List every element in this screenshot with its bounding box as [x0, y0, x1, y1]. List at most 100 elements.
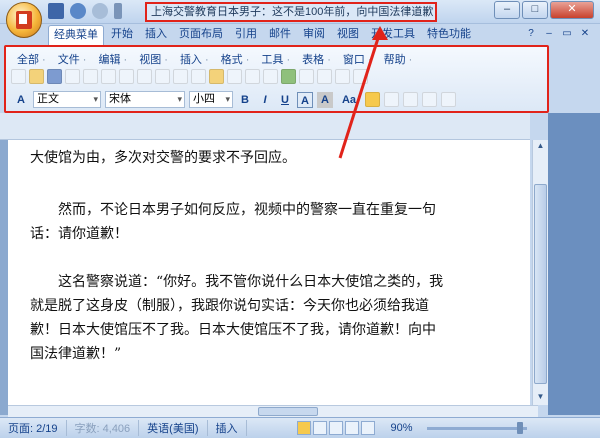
undo-icon[interactable] [70, 3, 86, 19]
menu-file[interactable]: 文件 [52, 51, 93, 67]
style-select[interactable]: 正文 [33, 91, 101, 108]
research-icon[interactable] [137, 69, 152, 84]
menu-table[interactable]: 表格 [296, 51, 337, 67]
menu-view[interactable]: 视图 [133, 51, 174, 67]
horizontal-scrollbar[interactable] [8, 405, 538, 417]
tab-references[interactable]: 引用 [230, 25, 262, 45]
ribbon-close-icon[interactable]: ✕ [578, 27, 592, 41]
tab-developer[interactable]: 开发工具 [366, 25, 420, 45]
line-spacing-icon[interactable] [441, 92, 456, 107]
menu-format[interactable]: 格式 [215, 51, 256, 67]
scroll-thumb[interactable] [534, 184, 547, 384]
styles-icon[interactable]: A [13, 92, 29, 108]
ribbon-help-controls: ? – ▭ ✕ [524, 27, 592, 41]
zoom-level[interactable]: 90% [383, 422, 421, 434]
menu-help[interactable]: 帮助 [378, 51, 419, 67]
zoom-slider[interactable] [426, 421, 527, 434]
new-doc-icon[interactable] [11, 69, 26, 84]
document-page[interactable]: 大使馆为由，多次对交警的要求不予回应。 然而，不论日本男子如何反应，视频中的警察… [8, 140, 530, 405]
undo-icon[interactable] [245, 69, 260, 84]
print-preview-icon[interactable] [119, 69, 134, 84]
insert-table-icon[interactable] [317, 69, 332, 84]
word-window: 上海交警教育日本男子：这不是100年前，向中国法律道歉！_ – □ ✕ 经典菜单… [0, 0, 600, 438]
help-icon[interactable]: ? [524, 27, 538, 41]
ribbon-tabs: 经典菜单 开始 插入 页面布局 引用 邮件 审阅 视图 开发工具 特色功能 [48, 25, 476, 45]
underline-button[interactable]: U [277, 92, 293, 108]
redo-icon[interactable] [263, 69, 278, 84]
ribbon: 全部 文件 编辑 视图 插入 格式 工具 表格 窗口 帮助 [4, 45, 549, 113]
insert-mode[interactable]: 插入 [208, 420, 247, 436]
hyperlink-icon[interactable] [281, 69, 296, 84]
minimize-button[interactable]: – [494, 1, 520, 19]
maximize-button[interactable]: □ [522, 1, 548, 19]
view-buttons [296, 421, 375, 435]
justify-icon[interactable] [422, 92, 437, 107]
menu-tools[interactable]: 工具 [255, 51, 296, 67]
tab-classic-menu[interactable]: 经典菜单 [48, 25, 104, 45]
copy-icon[interactable] [191, 69, 206, 84]
tab-review[interactable]: 审阅 [298, 25, 330, 45]
save-icon[interactable] [47, 69, 62, 84]
align-left-icon[interactable] [365, 92, 380, 107]
paragraph: 这名警察说道：“你好。我不管你说什么日本大使馆之类的，我就是脱了这身皮（制服），… [30, 274, 444, 362]
vertical-scrollbar[interactable]: ▲ ▼ [532, 140, 548, 405]
cut-icon[interactable] [173, 69, 188, 84]
permission-icon[interactable] [65, 69, 80, 84]
standard-toolbar [11, 69, 368, 84]
full-screen-icon[interactable] [312, 421, 327, 435]
tab-mailings[interactable]: 邮件 [264, 25, 296, 45]
drawing-icon[interactable] [353, 69, 368, 84]
scroll-down-icon[interactable]: ▼ [534, 392, 547, 404]
scroll-up-icon[interactable]: ▲ [534, 141, 547, 153]
ribbon-restore-icon[interactable]: ▭ [560, 27, 574, 41]
align-right-icon[interactable] [403, 92, 418, 107]
zoom-knob[interactable] [516, 421, 523, 434]
tab-view[interactable]: 视图 [332, 25, 364, 45]
font-size-select[interactable]: 小四 [189, 91, 233, 108]
language-indicator[interactable]: 英语(美国) [139, 420, 208, 436]
window-controls: – □ ✕ [494, 1, 594, 19]
customize-icon[interactable] [114, 3, 122, 19]
spelling-icon[interactable] [155, 69, 170, 84]
menu-window[interactable]: 窗口 [337, 51, 378, 67]
print-icon[interactable] [101, 69, 116, 84]
char-shading-button[interactable]: A [317, 91, 333, 108]
ruler [0, 113, 530, 140]
office-logo-icon [16, 11, 32, 29]
page-indicator[interactable]: 页面: 2/19 [0, 420, 67, 436]
font-select[interactable]: 宋体 [105, 91, 185, 108]
formatting-toolbar: A 正文 宋体 小四 B I U A A Aa [13, 91, 456, 108]
outline-icon[interactable] [344, 421, 359, 435]
word-count[interactable]: 字数: 4,406 [67, 420, 140, 436]
menu-insert[interactable]: 插入 [174, 51, 215, 67]
format-painter-icon[interactable] [227, 69, 242, 84]
tab-insert[interactable]: 插入 [140, 25, 172, 45]
email-icon[interactable] [83, 69, 98, 84]
office-button[interactable] [6, 2, 42, 38]
tab-page-layout[interactable]: 页面布局 [174, 25, 228, 45]
print-layout-icon[interactable] [296, 421, 311, 435]
bold-button[interactable]: B [237, 92, 253, 108]
quick-access-toolbar [48, 3, 122, 19]
change-case-button[interactable]: Aa [337, 92, 361, 108]
ribbon-minimize-icon[interactable]: – [542, 27, 556, 41]
align-center-icon[interactable] [384, 92, 399, 107]
char-border-button[interactable]: A [297, 91, 313, 108]
columns-icon[interactable] [335, 69, 350, 84]
menu-edit[interactable]: 编辑 [92, 51, 133, 67]
save-icon[interactable] [48, 3, 64, 19]
redo-icon[interactable] [92, 3, 108, 19]
h-scroll-thumb[interactable] [258, 407, 318, 416]
tab-home[interactable]: 开始 [106, 25, 138, 45]
tab-features[interactable]: 特色功能 [422, 25, 476, 45]
draft-icon[interactable] [360, 421, 375, 435]
italic-button[interactable]: I [257, 92, 273, 108]
web-layout-icon[interactable] [328, 421, 343, 435]
close-button[interactable]: ✕ [550, 1, 594, 19]
paragraph: 大使馆为由，多次对交警的要求不予回应。 [30, 150, 296, 166]
menu-all[interactable]: 全部 [11, 51, 52, 67]
window-title: 上海交警教育日本男子：这不是100年前，向中国法律道歉！_ [145, 2, 437, 22]
paste-icon[interactable] [209, 69, 224, 84]
table-icon[interactable] [299, 69, 314, 84]
open-icon[interactable] [29, 69, 44, 84]
